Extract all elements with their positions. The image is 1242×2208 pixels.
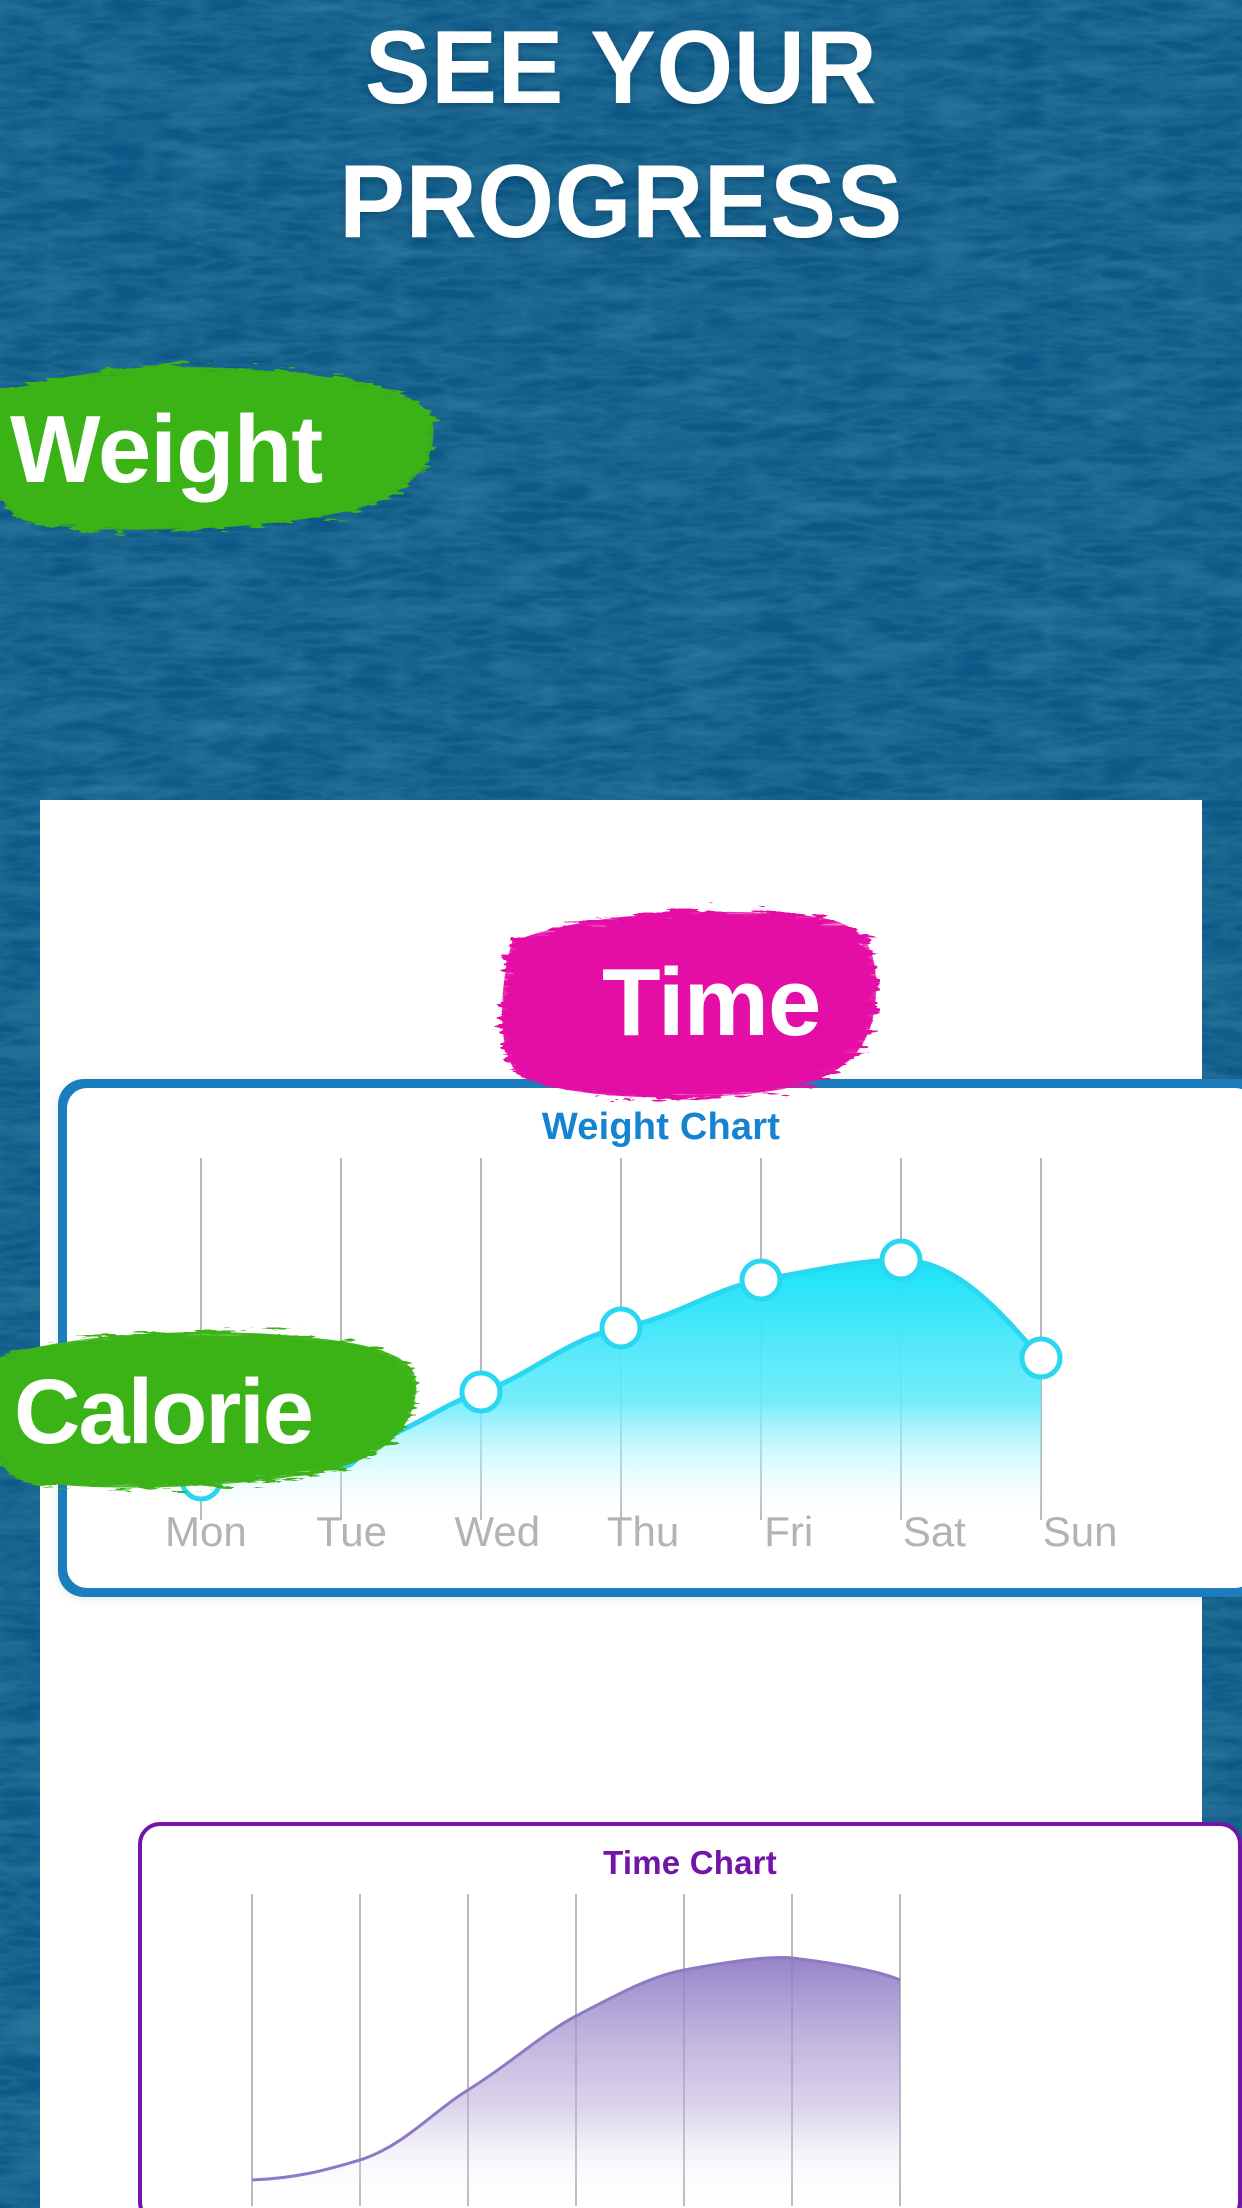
weight-axis-label-tue: Tue — [316, 1508, 387, 1555]
weight-chart-title: Weight Chart — [541, 1106, 781, 1148]
weight-brush-label: Weight — [0, 355, 440, 545]
time-chart-svg — [251, 1894, 901, 2206]
weight-axis-label-thu: Thu — [606, 1508, 680, 1555]
page-title: SEE YOUR PROGRESS — [0, 10, 1242, 260]
weight-axis-label-wed: Wed — [454, 1508, 541, 1555]
weight-axis-label-sat: Sat — [902, 1508, 966, 1555]
weight-axis-labels: Mon Tue Wed Thu Fri Sat Sun — [133, 1508, 1153, 1556]
time-chart-card[interactable]: Time Chart — [138, 1822, 1242, 2208]
headline-line-1: SEE YOUR — [364, 10, 878, 126]
calorie-brush-text: Calorie — [14, 1360, 314, 1463]
weight-axis-label-sun: Sun — [1042, 1508, 1118, 1555]
weight-brush-text: Weight — [10, 396, 323, 503]
time-brush-text: Time — [602, 949, 821, 1056]
weight-axis-label-fri: Fri — [764, 1508, 814, 1555]
time-chart-title: Time Chart — [603, 1844, 777, 1881]
weight-axis-label-mon: Mon — [165, 1508, 247, 1555]
calorie-brush-label: Calorie — [0, 1322, 420, 1502]
time-chart-plot — [142, 1884, 1238, 2208]
time-brush-label: Time — [490, 898, 880, 1108]
headline-line-2: PROGRESS — [339, 143, 903, 260]
